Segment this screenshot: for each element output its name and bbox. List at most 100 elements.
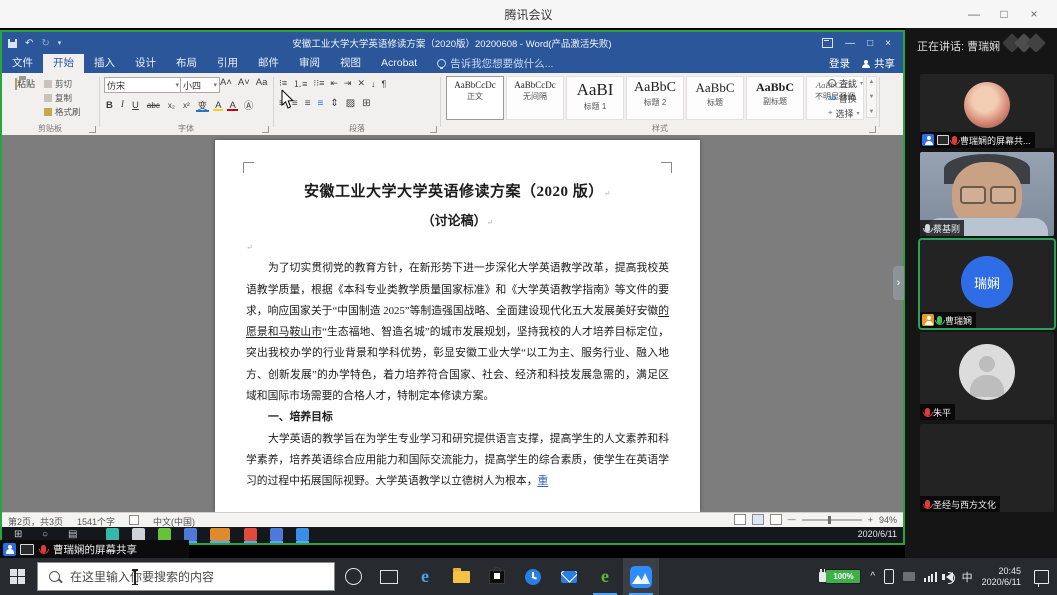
tray-app-icon[interactable] bbox=[903, 572, 915, 581]
participant-tile[interactable]: 圣经与西方文化 bbox=[920, 424, 1054, 512]
share-button[interactable]: 共享 bbox=[862, 56, 895, 71]
save-icon[interactable] bbox=[8, 39, 17, 48]
word-minimize-icon[interactable]: — bbox=[845, 38, 855, 49]
tab-file[interactable]: 文件 bbox=[2, 54, 43, 73]
change-case-button[interactable]: Aa bbox=[254, 77, 270, 88]
justify-button[interactable]: ≡ bbox=[318, 98, 324, 109]
tab-acrobat[interactable]: Acrobat bbox=[371, 54, 427, 73]
font-name-select[interactable]: 仿宋▾ bbox=[104, 77, 182, 93]
line-spacing-button[interactable]: ⇕ bbox=[330, 98, 338, 109]
print-layout-icon[interactable] bbox=[752, 514, 764, 525]
file-explorer-button[interactable] bbox=[443, 558, 479, 595]
font-dialog-launcher[interactable] bbox=[262, 126, 269, 133]
style-normal[interactable]: AaBbCcDc 正文 bbox=[446, 76, 504, 120]
ime-indicator[interactable]: 中 bbox=[962, 569, 973, 585]
sidebar-collapse-handle[interactable]: › bbox=[893, 266, 904, 300]
superscript-button[interactable]: x² bbox=[181, 101, 192, 110]
strikethrough-button[interactable]: abc bbox=[145, 101, 162, 110]
multilevel-list-button[interactable]: ⁝⁝≡ bbox=[313, 78, 324, 89]
zoom-out-button[interactable]: — bbox=[788, 515, 796, 524]
taskbar-search-box[interactable]: 在这里输入你要搜索的内容 bbox=[37, 562, 335, 591]
asian-layout-button[interactable]: ✕ bbox=[357, 78, 365, 89]
tab-references[interactable]: 引用 bbox=[207, 54, 248, 73]
enclose-characters-button[interactable]: Ⓐ bbox=[242, 98, 256, 112]
tray-overflow-button[interactable]: ^ bbox=[870, 571, 875, 582]
restore-icon[interactable]: □ bbox=[989, 0, 1019, 28]
bold-button[interactable]: B bbox=[104, 100, 115, 111]
zoom-slider[interactable] bbox=[802, 519, 862, 521]
tab-home[interactable]: 开始 bbox=[43, 54, 84, 73]
style-no-spacing[interactable]: AaBbCcDc 无间隔 bbox=[506, 76, 564, 120]
subscript-button[interactable]: x₂ bbox=[166, 101, 177, 110]
style-heading1[interactable]: AaBI 标题 1 bbox=[566, 76, 624, 120]
battery-status[interactable]: 100% bbox=[819, 569, 861, 584]
styles-dialog-launcher[interactable] bbox=[869, 126, 876, 133]
styles-gallery-more-icon[interactable]: ▼ bbox=[869, 109, 875, 115]
underline-button[interactable]: U bbox=[130, 100, 141, 111]
font-color-button[interactable]: A bbox=[227, 100, 237, 111]
word-restore-icon[interactable]: □ bbox=[867, 38, 873, 49]
clipboard-dialog-launcher[interactable] bbox=[89, 126, 96, 133]
ribbon-display-options-icon[interactable] bbox=[822, 38, 833, 48]
font-size-select[interactable]: 小四▾ bbox=[180, 77, 220, 93]
format-painter-button[interactable]: 格式刷 bbox=[44, 106, 81, 118]
phone-icon[interactable] bbox=[884, 569, 894, 584]
participant-tile-video[interactable]: 蔡基刚 bbox=[920, 152, 1054, 236]
clock-app-button[interactable] bbox=[515, 558, 551, 595]
browser-button[interactable]: e bbox=[587, 558, 623, 595]
action-center-icon[interactable] bbox=[1034, 570, 1049, 584]
shrink-font-button[interactable]: A˅ bbox=[236, 77, 252, 88]
zoom-in-button[interactable]: + bbox=[868, 515, 873, 525]
tab-view[interactable]: 视图 bbox=[330, 54, 371, 73]
start-button[interactable] bbox=[10, 569, 25, 584]
tab-mailings[interactable]: 邮件 bbox=[248, 54, 289, 73]
paste-button[interactable]: 粘贴 bbox=[10, 77, 40, 90]
close-icon[interactable]: × bbox=[1019, 0, 1049, 28]
bullets-button[interactable]: ⁝≡ bbox=[279, 78, 287, 89]
store-button[interactable] bbox=[479, 558, 515, 595]
zoom-percentage[interactable]: 94% bbox=[879, 515, 897, 525]
quick-access-dropdown-icon[interactable]: ▾ bbox=[58, 39, 62, 47]
shading-button[interactable]: ▨ bbox=[346, 98, 355, 109]
undo-icon[interactable]: ↶ bbox=[25, 38, 33, 49]
participant-tile-screen-share[interactable]: 曹瑞娴的屏幕共... bbox=[920, 74, 1054, 148]
web-layout-icon[interactable] bbox=[770, 514, 782, 525]
tencent-meeting-taskbar-button[interactable] bbox=[623, 558, 659, 595]
phonetic-guide-button[interactable]: 变 bbox=[196, 98, 210, 112]
style-heading2[interactable]: AaBbC 标题 2 bbox=[626, 76, 684, 120]
tab-insert[interactable]: 插入 bbox=[84, 54, 125, 73]
task-view-button[interactable] bbox=[371, 558, 407, 595]
participant-tile-speaker[interactable]: 瑞娴 曹瑞娴 bbox=[920, 240, 1054, 328]
cut-button[interactable]: 剪切 bbox=[44, 78, 81, 90]
volume-icon[interactable] bbox=[946, 572, 953, 582]
show-marks-button[interactable]: ¶ bbox=[382, 79, 387, 89]
borders-button[interactable]: ⊞ bbox=[362, 98, 370, 109]
tab-layout[interactable]: 布局 bbox=[166, 54, 207, 73]
style-subtitle[interactable]: AaBbC 副标题 bbox=[746, 76, 804, 120]
numbering-button[interactable]: ⒈≡ bbox=[293, 77, 307, 90]
word-close-icon[interactable]: × bbox=[885, 38, 891, 49]
styles-scroll-up-icon[interactable]: ▲ bbox=[869, 79, 875, 85]
tab-design[interactable]: 设计 bbox=[125, 54, 166, 73]
tell-me-box[interactable]: 告诉我您想要做什么... bbox=[427, 54, 553, 73]
minimize-icon[interactable]: — bbox=[959, 0, 989, 28]
read-mode-icon[interactable] bbox=[734, 514, 746, 525]
paragraph-dialog-launcher[interactable] bbox=[430, 126, 437, 133]
edge-button[interactable]: e bbox=[407, 558, 443, 595]
redo-icon[interactable]: ↻ bbox=[41, 38, 49, 49]
indent-button[interactable]: ⇥ bbox=[344, 78, 352, 89]
grow-font-button[interactable]: A˄ bbox=[218, 77, 234, 88]
cortana-button[interactable] bbox=[335, 558, 371, 595]
zoom-slider-thumb[interactable] bbox=[828, 516, 831, 524]
sort-button[interactable]: ↓ bbox=[371, 79, 376, 89]
copy-button[interactable]: 复制 bbox=[44, 92, 81, 104]
italic-button[interactable]: I bbox=[119, 100, 126, 110]
participant-tile[interactable]: 朱平 bbox=[920, 332, 1054, 420]
select-button[interactable]: ⌖选择▾ bbox=[828, 106, 863, 120]
style-title[interactable]: AaBbC 标题 bbox=[686, 76, 744, 120]
network-icon[interactable] bbox=[924, 572, 937, 582]
mail-app-button[interactable] bbox=[551, 558, 587, 595]
tab-review[interactable]: 审阅 bbox=[289, 54, 330, 73]
align-right-button[interactable]: ≡ bbox=[305, 98, 311, 109]
sign-in-button[interactable]: 登录 bbox=[829, 56, 850, 71]
